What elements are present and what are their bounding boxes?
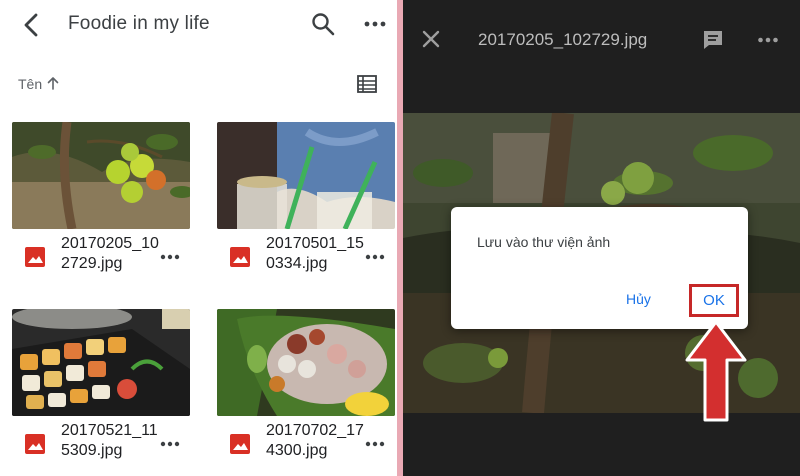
save-to-gallery-dialog: Lưu vào thư viện ảnh Hủy OK [451, 207, 748, 329]
image-viewer-pane: 20170205_102729.jpg Lưu vào thư viện ảnh… [403, 0, 800, 476]
drive-folder-pane: Foodie in my life Tên 20170205_102729.jp… [0, 0, 397, 476]
image-file-icon [24, 433, 46, 455]
file-name[interactable]: 20170205_102729.jpg [61, 234, 161, 274]
comment-icon[interactable] [701, 28, 725, 52]
sort-by-name-button[interactable]: Tên [18, 76, 42, 92]
image-file-icon [229, 246, 251, 268]
red-arrow-icon [681, 318, 751, 424]
file-name[interactable]: 20170501_150334.jpg [266, 234, 366, 274]
sort-bar: Tên [0, 68, 397, 100]
image-file-icon [229, 433, 251, 455]
file-card[interactable]: 20170702_174300.jpg [217, 309, 395, 474]
close-icon[interactable] [420, 28, 442, 50]
more-options-icon[interactable] [159, 433, 181, 455]
viewer-top-bar: 20170205_102729.jpg [403, 0, 800, 80]
ok-button[interactable]: OK [689, 284, 739, 317]
more-options-icon[interactable] [756, 28, 780, 52]
list-view-icon[interactable] [356, 73, 378, 95]
more-options-icon[interactable] [364, 433, 386, 455]
sort-up-icon[interactable] [45, 75, 61, 91]
dialog-message: Lưu vào thư viện ảnh [477, 234, 611, 250]
file-name[interactable]: 20170521_115309.jpg [61, 421, 161, 461]
top-app-bar: Foodie in my life [0, 0, 397, 50]
more-options-icon[interactable] [159, 246, 181, 268]
file-thumbnail[interactable] [217, 122, 395, 229]
more-options-icon[interactable] [364, 246, 386, 268]
file-thumbnail[interactable] [12, 309, 190, 416]
file-card[interactable]: 20170205_102729.jpg [12, 122, 190, 287]
file-thumbnail[interactable] [217, 309, 395, 416]
file-name[interactable]: 20170702_174300.jpg [266, 421, 366, 461]
folder-title: Foodie in my life [68, 13, 210, 34]
file-card[interactable]: 20170521_115309.jpg [12, 309, 190, 474]
cancel-button[interactable]: Hủy [626, 291, 651, 307]
image-file-icon [24, 246, 46, 268]
back-arrow-icon[interactable] [18, 11, 46, 39]
viewer-file-title: 20170205_102729.jpg [478, 30, 648, 49]
more-options-icon[interactable] [362, 11, 388, 37]
file-thumbnail[interactable] [12, 122, 190, 229]
file-card[interactable]: 20170501_150334.jpg [217, 122, 395, 287]
search-icon[interactable] [310, 11, 336, 37]
